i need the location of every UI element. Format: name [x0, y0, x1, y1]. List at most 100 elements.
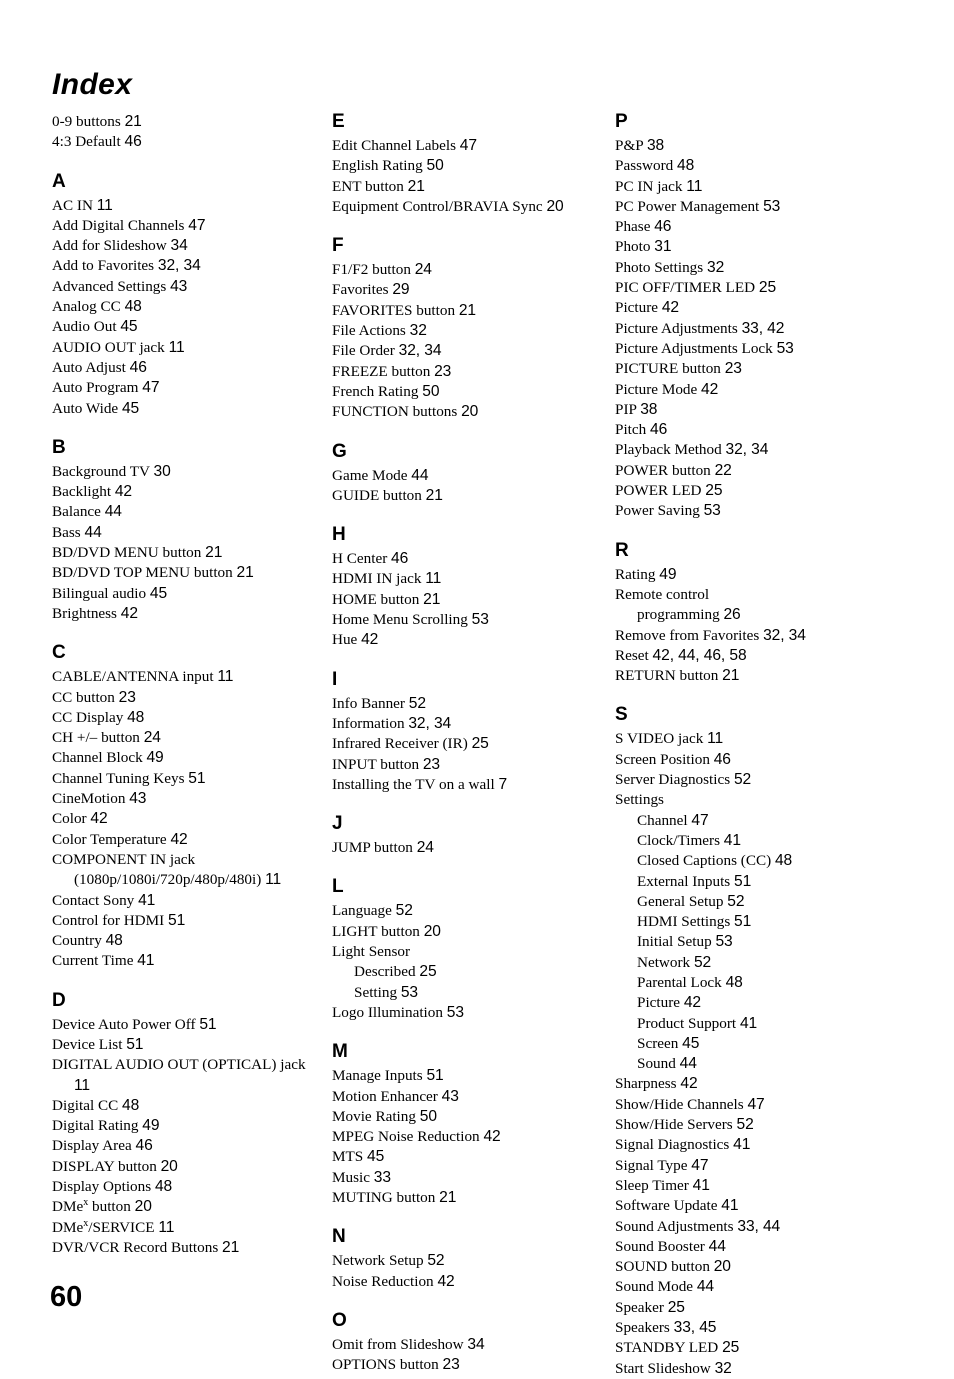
- index-entry-pages[interactable]: 48: [125, 298, 142, 315]
- index-entry-pages[interactable]: 51: [734, 913, 751, 930]
- index-entry-pages[interactable]: 21: [237, 564, 254, 581]
- index-subentry[interactable]: Channel 47: [615, 811, 907, 831]
- index-entry-pages[interactable]: 33: [374, 1169, 391, 1186]
- index-entry-pages[interactable]: 29: [392, 281, 409, 298]
- index-entry-pages[interactable]: 33, 45: [674, 1319, 717, 1336]
- index-entry[interactable]: Channel Tuning Keys 51: [52, 769, 320, 789]
- index-entry[interactable]: DISPLAY button 20: [52, 1157, 320, 1177]
- index-entry-pages[interactable]: 21: [423, 591, 440, 608]
- index-entry-pages[interactable]: 25: [419, 963, 436, 980]
- index-entry-pages[interactable]: 32, 34: [399, 342, 442, 359]
- index-entry[interactable]: Auto Program 47: [52, 378, 320, 398]
- index-entry-pages[interactable]: 53: [472, 611, 489, 628]
- index-entry-pages[interactable]: 25: [705, 482, 722, 499]
- index-entry-pages[interactable]: 23: [443, 1356, 460, 1373]
- index-entry[interactable]: Contact Sony 41: [52, 891, 320, 911]
- index-entry-pages[interactable]: 41: [724, 832, 741, 849]
- index-entry-pages[interactable]: 32, 34: [763, 627, 806, 644]
- index-entry-pages[interactable]: 33, 44: [737, 1218, 780, 1235]
- index-entry[interactable]: PIP 38: [615, 400, 907, 420]
- index-entry[interactable]: Light Sensor: [332, 942, 600, 962]
- index-entry-pages[interactable]: 22: [715, 462, 732, 479]
- index-entry-pages[interactable]: 47: [142, 379, 159, 396]
- index-entry-pages[interactable]: 53: [777, 340, 794, 357]
- index-entry[interactable]: Display Area 46: [52, 1136, 320, 1156]
- index-subentry[interactable]: Product Support 41: [615, 1014, 907, 1034]
- index-entry[interactable]: Speakers 33, 45: [615, 1318, 907, 1338]
- index-entry-pages[interactable]: 43: [129, 790, 146, 807]
- index-entry-pages[interactable]: 32: [715, 1360, 732, 1377]
- index-entry[interactable]: Bilingual audio 45: [52, 584, 320, 604]
- index-entry[interactable]: Sound Booster 44: [615, 1237, 907, 1257]
- index-entry[interactable]: CH +/– button 24: [52, 728, 320, 748]
- index-entry-pages[interactable]: 38: [640, 401, 657, 418]
- index-subentry[interactable]: programming 26: [615, 605, 907, 625]
- index-subentry[interactable]: Clock/Timers 41: [615, 831, 907, 851]
- index-entry-pages[interactable]: 33, 42: [742, 320, 785, 337]
- index-entry-pages[interactable]: 42: [662, 299, 679, 316]
- index-entry[interactable]: Info Banner 52: [332, 694, 600, 714]
- index-entry-pages[interactable]: 49: [659, 566, 676, 583]
- index-entry-pages[interactable]: 48: [106, 932, 123, 949]
- index-entry[interactable]: Analog CC 48: [52, 297, 320, 317]
- index-entry-pages[interactable]: 52: [737, 1116, 754, 1133]
- index-entry-pages[interactable]: 7: [498, 776, 507, 793]
- index-entry-pages[interactable]: 48: [155, 1178, 172, 1195]
- index-entry[interactable]: Infrared Receiver (IR) 25: [332, 734, 600, 754]
- index-entry[interactable]: Password 48: [615, 156, 907, 176]
- index-entry[interactable]: RETURN button 21: [615, 666, 907, 686]
- index-entry-pages[interactable]: 52: [734, 771, 751, 788]
- index-entry[interactable]: Balance 44: [52, 502, 320, 522]
- index-entry[interactable]: File Order 32, 34: [332, 341, 600, 361]
- index-entry[interactable]: French Rating 50: [332, 382, 600, 402]
- index-entry-pages[interactable]: 51: [426, 1067, 443, 1084]
- index-entry[interactable]: DVR/VCR Record Buttons 21: [52, 1238, 320, 1258]
- index-entry[interactable]: Picture 42: [615, 298, 907, 318]
- index-entry[interactable]: Picture Mode 42: [615, 380, 907, 400]
- index-entry[interactable]: PICTURE button 23: [615, 359, 907, 379]
- index-entry-pages[interactable]: 23: [423, 756, 440, 773]
- index-entry-pages[interactable]: 47: [460, 137, 477, 154]
- index-entry[interactable]: Picture Adjustments 33, 42: [615, 319, 907, 339]
- index-entry-pages[interactable]: 44: [709, 1238, 726, 1255]
- index-entry-pages[interactable]: 24: [415, 261, 432, 278]
- index-entry-pages[interactable]: 52: [427, 1252, 444, 1269]
- index-entry[interactable]: Sound Adjustments 33, 44: [615, 1217, 907, 1237]
- index-entry[interactable]: Current Time 41: [52, 951, 320, 971]
- index-entry[interactable]: SOUND button 20: [615, 1257, 907, 1277]
- index-entry-pages[interactable]: 11: [169, 339, 185, 356]
- index-entry-pages[interactable]: 44: [697, 1278, 714, 1295]
- index-entry-pages[interactable]: 11: [707, 730, 723, 747]
- index-entry[interactable]: File Actions 32: [332, 321, 600, 341]
- index-entry-pages[interactable]: 52: [396, 902, 413, 919]
- index-entry[interactable]: Sleep Timer 41: [615, 1176, 907, 1196]
- index-entry-pages[interactable]: 45: [367, 1148, 384, 1165]
- index-entry[interactable]: Motion Enhancer 43: [332, 1087, 600, 1107]
- index-entry[interactable]: DMex/SERVICE 11: [52, 1218, 320, 1238]
- index-entry-pages[interactable]: 42: [115, 483, 132, 500]
- index-entry-pages[interactable]: 11: [74, 1077, 90, 1094]
- index-entry-pages[interactable]: 49: [142, 1117, 159, 1134]
- index-entry-pages[interactable]: 20: [424, 923, 441, 940]
- index-entry-pages[interactable]: 50: [420, 1108, 437, 1125]
- index-entry-pages[interactable]: 34: [467, 1336, 484, 1353]
- index-entry-pages[interactable]: 20: [546, 198, 563, 215]
- index-entry[interactable]: PIC OFF/TIMER LED 25: [615, 278, 907, 298]
- index-entry[interactable]: LIGHT button 20: [332, 922, 600, 942]
- index-entry-pages[interactable]: 44: [680, 1055, 697, 1072]
- index-entry[interactable]: Photo Settings 32: [615, 258, 907, 278]
- index-entry[interactable]: Audio Out 45: [52, 317, 320, 337]
- index-entry[interactable]: Noise Reduction 42: [332, 1272, 600, 1292]
- index-entry-pages[interactable]: 44: [411, 467, 428, 484]
- index-entry[interactable]: POWER button 22: [615, 461, 907, 481]
- index-entry-pages[interactable]: 48: [127, 709, 144, 726]
- index-entry-pages[interactable]: 42: [170, 831, 187, 848]
- index-entry-pages[interactable]: 11: [425, 570, 441, 587]
- index-entry-pages[interactable]: 25: [472, 735, 489, 752]
- index-entry[interactable]: Add for Slideshow 34: [52, 236, 320, 256]
- index-entry-pages[interactable]: 45: [682, 1035, 699, 1052]
- index-entry-pages[interactable]: 20: [714, 1258, 731, 1275]
- index-entry[interactable]: AC IN 11: [52, 196, 320, 216]
- index-entry-pages[interactable]: 45: [150, 585, 167, 602]
- index-entry-pages[interactable]: 21: [439, 1189, 456, 1206]
